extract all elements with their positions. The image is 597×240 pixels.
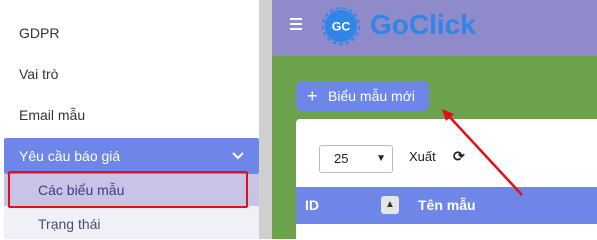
page-size-select[interactable]: 25 ▼ xyxy=(319,145,393,173)
plus-icon: + xyxy=(307,86,318,106)
annotation-arrow xyxy=(442,109,523,196)
new-form-button[interactable]: + Biểu mẫu mới xyxy=(296,81,429,111)
submenu-item-status[interactable]: Trạng thái xyxy=(38,216,101,232)
chevron-down-icon: ▼ xyxy=(376,153,386,164)
sidebar-item-email-templates[interactable]: Email mẫu xyxy=(19,107,85,123)
goclick-logo-icon: GC xyxy=(321,6,361,46)
sidebar-item-roles[interactable]: Vai trò xyxy=(19,66,58,82)
scrollbar[interactable] xyxy=(259,0,272,239)
sort-toggle-icon[interactable]: ▲ xyxy=(381,196,399,214)
hamburger-menu-icon[interactable] xyxy=(290,18,302,33)
sidebar-item-label: Yêu cầu báo giá xyxy=(19,148,121,164)
new-form-button-label: Biểu mẫu mới xyxy=(328,88,415,104)
sidebar: GDPR Vai trò Email mẫu Yêu cầu báo giá C… xyxy=(0,0,260,239)
sidebar-item-gdpr[interactable]: GDPR xyxy=(19,25,59,41)
logo-mark: GC xyxy=(332,20,351,34)
sidebar-item-quote-requests[interactable]: Yêu cầu báo giá xyxy=(4,138,259,174)
chevron-down-icon xyxy=(232,152,244,160)
annotation-highlight-box xyxy=(8,171,248,208)
page-size-value: 25 xyxy=(334,151,349,166)
logo-text: GoClick xyxy=(370,9,476,40)
column-header-id[interactable]: ID xyxy=(305,197,319,213)
